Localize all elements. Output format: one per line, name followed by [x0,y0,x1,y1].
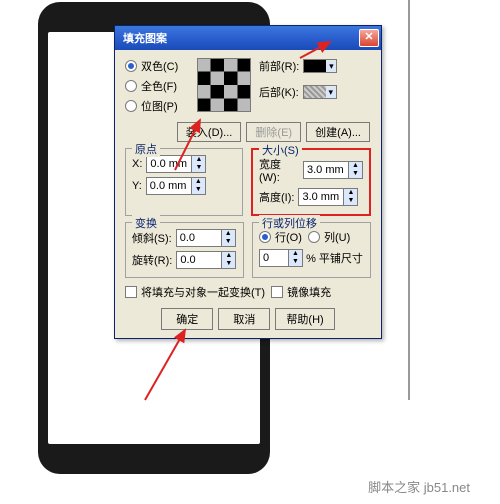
down-icon[interactable]: ▼ [191,164,205,172]
close-button[interactable]: ✕ [359,29,379,47]
up-icon[interactable]: ▲ [191,178,205,186]
rotate-input[interactable] [177,252,221,268]
offset-group: 行或列位移 行(O) 列(U) ▲▼ % 平铺尺寸 [252,222,371,278]
down-icon[interactable]: ▼ [221,260,235,268]
height-label: 高度(I): [259,189,294,205]
y-spinner[interactable]: ▲▼ [146,177,206,195]
up-icon[interactable]: ▲ [343,189,357,197]
load-button[interactable]: 装入(D)... [177,122,241,142]
mirror-checkbox[interactable] [271,286,283,298]
back-color-picker[interactable]: ▾ [303,85,337,99]
page-separator [408,0,410,400]
up-icon[interactable]: ▲ [348,162,362,170]
skew-spinner[interactable]: ▲▼ [176,229,236,247]
width-input[interactable] [304,162,348,178]
y-label: Y: [132,180,142,192]
down-icon[interactable]: ▼ [191,186,205,194]
back-swatch [304,86,326,98]
with-fill-label: 将填充与对象一起变换(T) [141,284,265,300]
transform-legend: 变换 [132,215,160,231]
down-icon[interactable]: ▼ [343,197,357,205]
size-legend: 大小(S) [259,142,302,158]
offset-unit-label: % 平铺尺寸 [306,250,363,266]
front-swatch [304,60,326,72]
skew-label: 倾斜(S): [132,230,172,246]
rotate-label: 旋转(R): [132,252,172,268]
x-label: X: [132,158,142,170]
offset-legend: 行或列位移 [259,215,320,231]
up-icon[interactable]: ▲ [288,250,302,258]
width-label: 宽度(W): [259,156,299,184]
height-input[interactable] [299,189,343,205]
offset-spinner[interactable]: ▲▼ [259,249,303,267]
delete-button: 删除(E) [246,122,301,142]
x-input[interactable] [147,156,191,172]
width-spinner[interactable]: ▲▼ [303,161,363,179]
radio-two-color-label: 双色(C) [141,58,178,74]
cancel-button[interactable]: 取消 [218,308,270,330]
radio-two-color[interactable] [125,60,137,72]
radio-row[interactable] [259,231,271,243]
x-spinner[interactable]: ▲▼ [146,155,206,173]
watermark: 脚本之家 jb51.net [368,477,470,496]
radio-col-label: 列(U) [324,229,350,245]
y-input[interactable] [147,178,191,194]
chevron-down-icon: ▾ [326,87,336,98]
create-button[interactable]: 创建(A)... [306,122,370,142]
size-group: 大小(S) 宽度(W):▲▼ 高度(I):▲▼ [251,148,371,216]
radio-full-color-label: 全色(F) [141,78,177,94]
down-icon[interactable]: ▼ [288,258,302,266]
radio-col[interactable] [308,231,320,243]
up-icon[interactable]: ▲ [221,230,235,238]
up-icon[interactable]: ▲ [221,252,235,260]
offset-input[interactable] [260,250,288,266]
help-button[interactable]: 帮助(H) [275,308,334,330]
dialog-title: 填充图案 [123,30,167,46]
radio-bitmap-label: 位图(P) [141,98,178,114]
rotate-spinner[interactable]: ▲▼ [176,251,236,269]
down-icon[interactable]: ▼ [348,170,362,178]
height-spinner[interactable]: ▲▼ [298,188,358,206]
pattern-preview[interactable] [197,58,251,112]
transform-group: 变换 倾斜(S):▲▼ 旋转(R):▲▼ [125,222,244,278]
front-label: 前部(R): [259,58,299,74]
skew-input[interactable] [177,230,221,246]
fill-pattern-dialog: 填充图案 ✕ 双色(C) 全色(F) 位图(P) 前部(R): ▾ 后部(K):… [114,25,382,339]
radio-full-color[interactable] [125,80,137,92]
radio-row-label: 行(O) [275,229,302,245]
origin-group: 原点 X:▲▼ Y:▲▼ [125,148,243,216]
ok-button[interactable]: 确定 [161,308,213,330]
with-fill-checkbox[interactable] [125,286,137,298]
front-color-picker[interactable]: ▾ [303,59,337,73]
chevron-down-icon: ▾ [326,61,336,72]
titlebar[interactable]: 填充图案 ✕ [115,26,381,50]
back-label: 后部(K): [259,84,299,100]
origin-legend: 原点 [132,141,160,157]
down-icon[interactable]: ▼ [221,238,235,246]
mirror-label: 镜像填充 [287,284,331,300]
up-icon[interactable]: ▲ [191,156,205,164]
radio-bitmap[interactable] [125,100,137,112]
